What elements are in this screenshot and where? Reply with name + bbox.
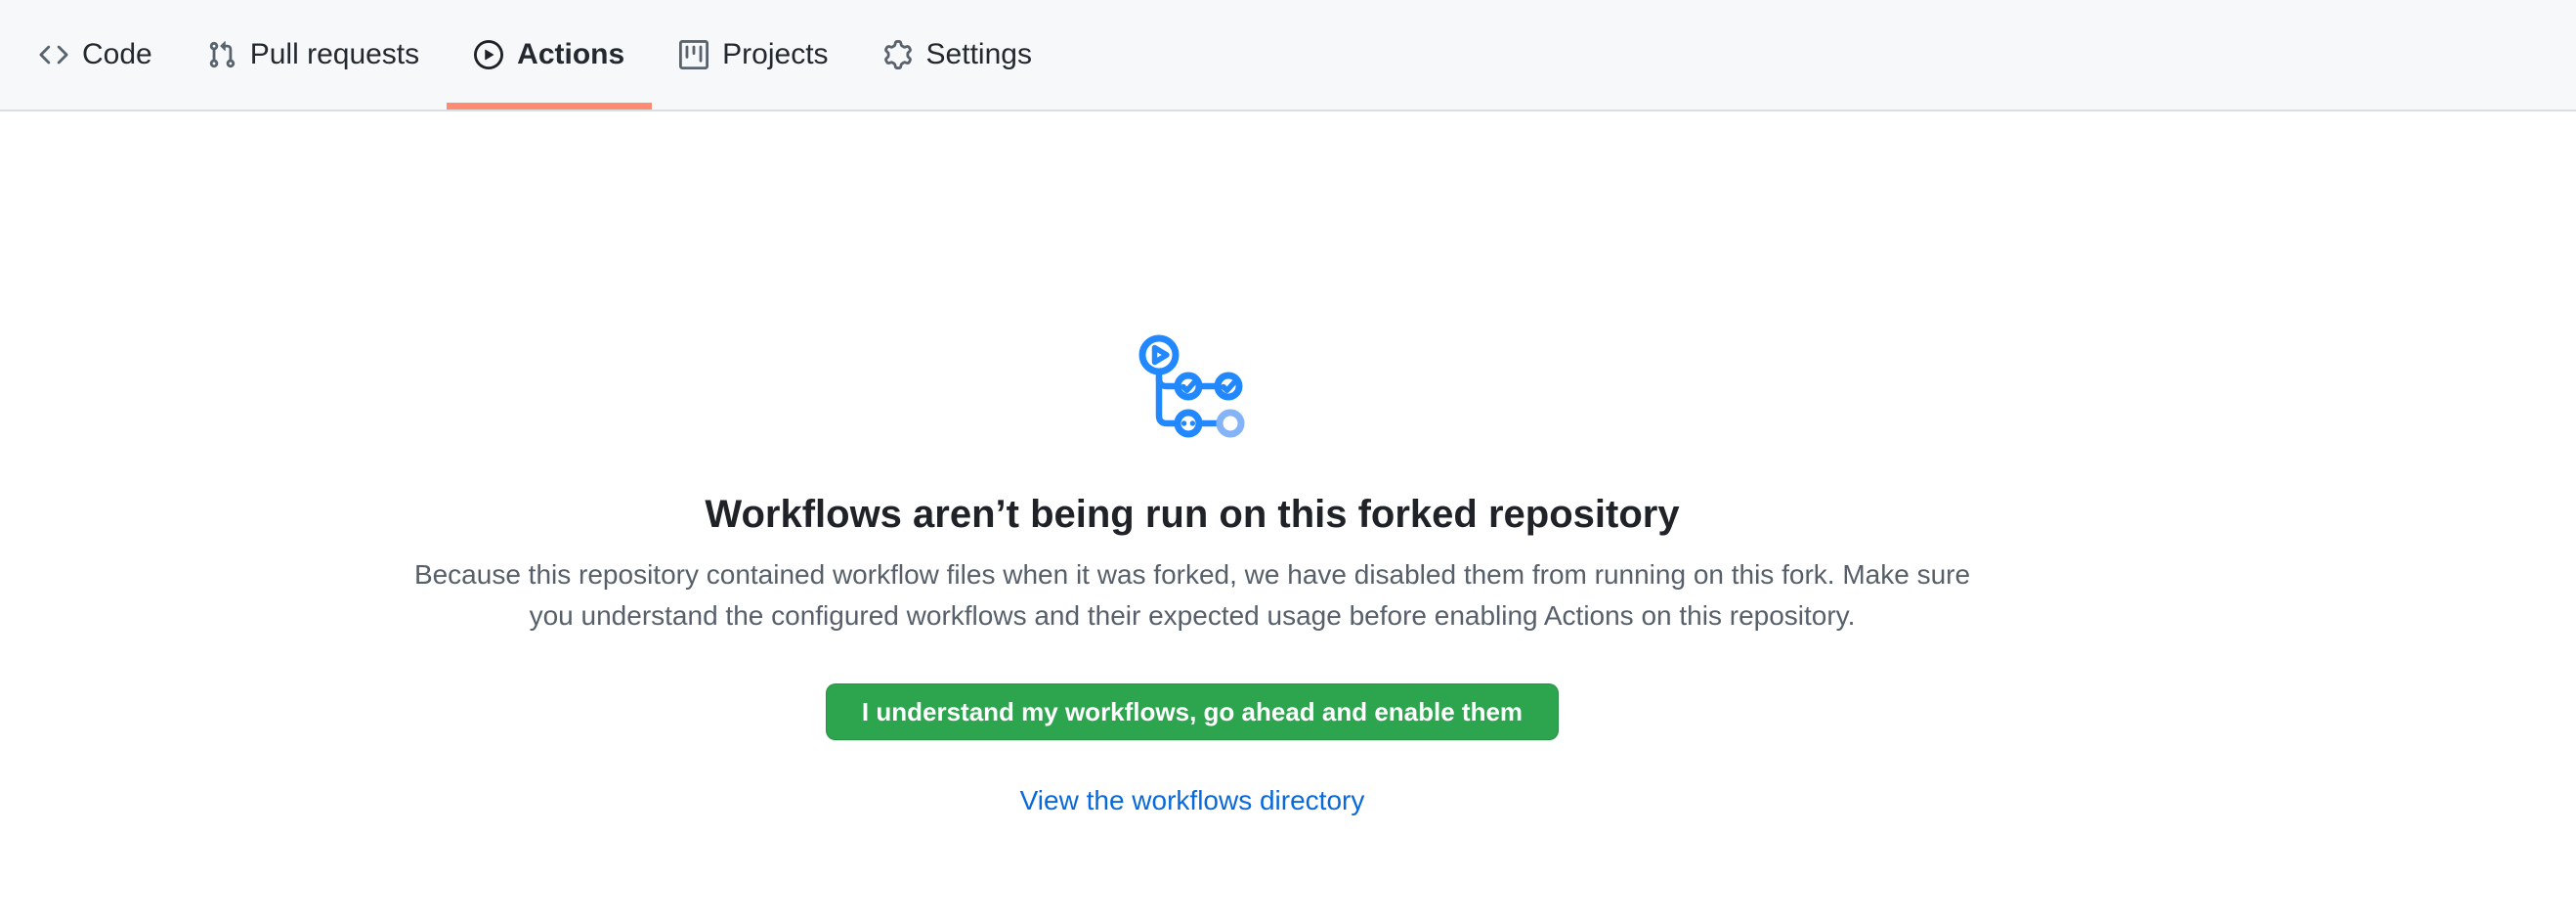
workflow-illustration-icon: [1138, 334, 1247, 440]
tab-label: Pull requests: [250, 40, 419, 69]
blankslate-title: Workflows aren’t being run on this forke…: [0, 490, 2384, 539]
tab-label: Actions: [517, 40, 624, 69]
play-icon: [474, 40, 503, 69]
tab-code[interactable]: Code: [12, 0, 180, 110]
gear-icon: [883, 40, 913, 69]
actions-disabled-blankslate: Workflows aren’t being run on this forke…: [0, 111, 2384, 816]
tab-label: Settings: [926, 40, 1032, 69]
tab-label: Code: [82, 40, 152, 69]
tab-pull-requests[interactable]: Pull requests: [180, 0, 447, 110]
git-pull-request-icon: [207, 40, 236, 69]
tab-actions[interactable]: Actions: [447, 0, 652, 110]
project-icon: [679, 40, 708, 69]
view-workflows-directory-link[interactable]: View the workflows directory: [0, 785, 2384, 816]
repo-tab-nav: Code Pull requests Actions Projects Sett…: [0, 0, 2576, 111]
blankslate-description: Because this repository contained workfl…: [401, 554, 1984, 637]
enable-workflows-button[interactable]: I understand my workflows, go ahead and …: [826, 683, 1559, 740]
tab-settings[interactable]: Settings: [856, 0, 1059, 110]
code-icon: [39, 40, 68, 69]
tab-projects[interactable]: Projects: [652, 0, 855, 110]
tab-label: Projects: [722, 40, 828, 69]
